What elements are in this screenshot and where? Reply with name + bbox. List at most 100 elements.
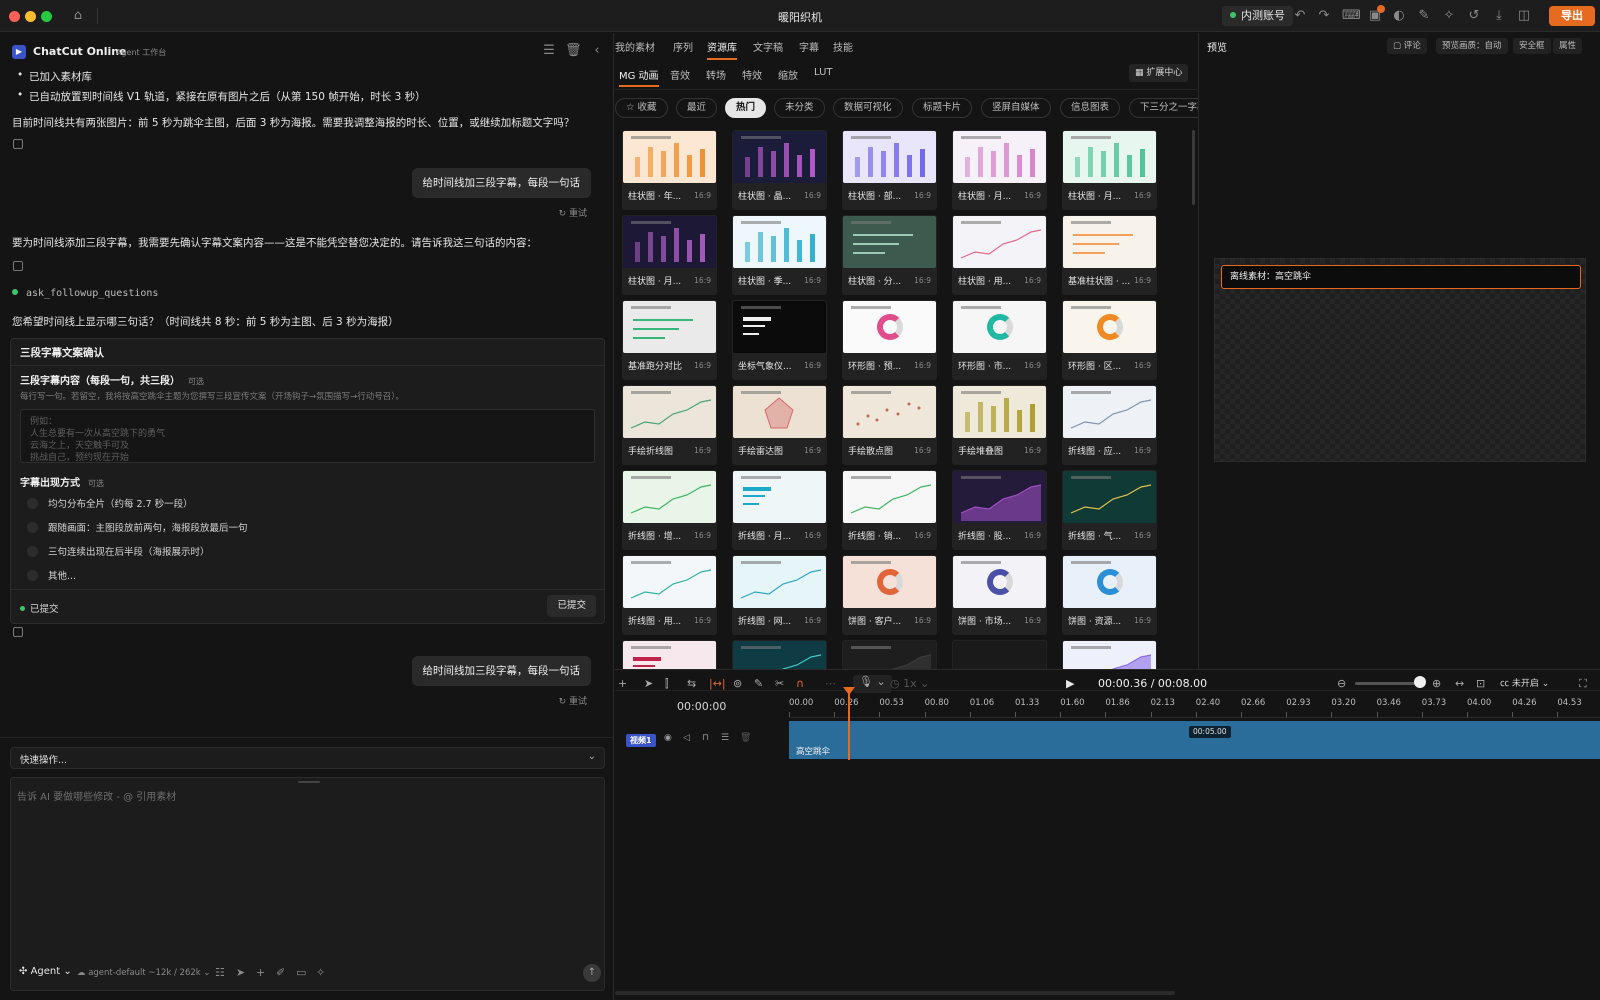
copy-icon[interactable]: [13, 139, 23, 149]
mg-card[interactable]: 环形图 · 预... 16:9: [842, 300, 937, 380]
category-chip-2[interactable]: 热门: [725, 98, 767, 118]
library-subtab-4[interactable]: 缩放: [778, 67, 798, 82]
task-list-icon[interactable]: ☰: [541, 43, 557, 59]
library-subtab-2[interactable]: 转场: [706, 67, 726, 82]
mg-card[interactable]: 折线图 · 股... 16:9: [952, 470, 1047, 550]
video-clip[interactable]: 高空跳伞 00:05.00: [789, 721, 1600, 759]
swap-icon[interactable]: ⇆: [687, 677, 696, 690]
list-icon[interactable]: ☰: [721, 733, 729, 743]
mg-card[interactable]: 手绘折线图 16:9: [622, 385, 717, 465]
sparkle-icon[interactable]: ✧: [1441, 8, 1457, 24]
account-badge[interactable]: 内测账号: [1222, 6, 1293, 26]
category-chip-4[interactable]: 数据可视化: [833, 98, 903, 118]
mg-card[interactable]: 柱状图 · 季... 16:9: [732, 215, 827, 295]
mg-card[interactable]: 折线图 · 增... 16:9: [622, 470, 717, 550]
play-button[interactable]: ▶: [1066, 677, 1074, 690]
fit-width-icon[interactable]: ↔: [1455, 677, 1464, 690]
export-button[interactable]: 导出: [1549, 6, 1595, 26]
retry-button-2[interactable]: ↻ 重试: [559, 694, 587, 707]
agent-mode-selector[interactable]: ✣ Agent ⌄: [19, 966, 72, 977]
keyboard-icon[interactable]: ⌨: [1342, 8, 1361, 24]
library-tab-4[interactable]: 字幕: [799, 39, 819, 54]
library-tab-1[interactable]: 序列: [673, 39, 693, 54]
mg-card[interactable]: [1062, 640, 1157, 669]
extension-center-button[interactable]: ▦ 扩展中心: [1129, 64, 1189, 82]
mg-card[interactable]: 柱状图 · 年... 16:9: [622, 130, 717, 210]
copy-icon[interactable]: [13, 261, 23, 271]
submitted-button[interactable]: 已提交: [547, 595, 596, 617]
model-selector[interactable]: ☁ agent-default ~12k / 262k ⌄: [77, 968, 211, 978]
pen-icon[interactable]: ✎: [754, 677, 763, 690]
magnet-icon[interactable]: ∩: [796, 677, 804, 690]
settings-sliders-icon[interactable]: ☷: [215, 966, 225, 979]
mg-card[interactable]: [842, 640, 937, 669]
category-chip-0[interactable]: ☆ 收藏: [615, 98, 668, 118]
mg-card[interactable]: 柱状图 · 分... 16:9: [842, 215, 937, 295]
category-chip-7[interactable]: 信息图表: [1060, 98, 1121, 118]
preview-quality-button[interactable]: 预览画质：自动: [1436, 38, 1508, 54]
properties-button[interactable]: 属性: [1553, 38, 1583, 54]
library-tab-5[interactable]: 技能: [833, 39, 853, 54]
collapse-panel-icon[interactable]: ‹: [589, 43, 605, 59]
download-icon[interactable]: ⤓: [1491, 8, 1507, 24]
frame-icon[interactable]: ⊡: [1476, 677, 1485, 690]
undo-icon[interactable]: ↶: [1292, 8, 1308, 24]
delete-track-icon[interactable]: 🗑: [740, 733, 751, 743]
lock-icon[interactable]: ⊓: [702, 733, 709, 743]
mg-card[interactable]: 折线图 · 气... 16:9: [1062, 470, 1157, 550]
mg-card[interactable]: 饼图 · 市场... 16:9: [952, 555, 1047, 635]
zoom-out-icon[interactable]: ⊖: [1337, 677, 1346, 690]
resize-handle[interactable]: [298, 781, 320, 783]
history-icon[interactable]: ↺: [1466, 8, 1482, 24]
mg-card[interactable]: 饼图 · 资源... 16:9: [1062, 555, 1157, 635]
radio-option-4[interactable]: 其他...: [27, 568, 76, 582]
category-chip-1[interactable]: 最近: [676, 98, 718, 118]
radio-option-1[interactable]: 均匀分布全片（约每 2.7 秒一段）: [27, 496, 193, 510]
library-subtab-5[interactable]: LUT: [814, 67, 833, 78]
mg-card[interactable]: 柱状图 · 月... 16:9: [952, 130, 1047, 210]
snap-icon[interactable]: |↔|: [709, 677, 726, 690]
redo-icon[interactable]: ↷: [1316, 8, 1332, 24]
pin-icon[interactable]: ✐: [276, 966, 285, 979]
zoom-in-icon[interactable]: ⊕: [1432, 677, 1441, 690]
retry-button-1[interactable]: ↻ 重试: [559, 206, 587, 219]
copy-icon[interactable]: [13, 627, 23, 637]
safe-frame-button[interactable]: 安全框: [1513, 38, 1551, 54]
library-tab-0[interactable]: 我的素材: [615, 39, 655, 54]
library-scrollbar[interactable]: [1192, 130, 1195, 205]
playhead[interactable]: [848, 688, 850, 760]
plus-icon[interactable]: +: [256, 966, 265, 979]
clipboard-icon[interactable]: ▣: [1367, 5, 1385, 24]
more-icon[interactable]: ⋯: [825, 677, 836, 690]
mg-card[interactable]: 手绘雷达图 16:9: [732, 385, 827, 465]
library-tab-2[interactable]: 资源库: [707, 39, 737, 60]
category-chip-6[interactable]: 竖屏自媒体: [981, 98, 1051, 118]
library-subtab-0[interactable]: MG 动画: [619, 67, 659, 87]
mg-card[interactable]: 基准跑分对比 16:9: [622, 300, 717, 380]
timeline-scrollbar[interactable]: [615, 991, 1175, 995]
mg-card[interactable]: 柱状图 · 用... 16:9: [952, 215, 1047, 295]
category-chip-5[interactable]: 标题卡片: [912, 98, 973, 118]
mg-card[interactable]: 折线图 · 应... 16:9: [1062, 385, 1157, 465]
mg-card[interactable]: 基准柱状图 · ... 16:9: [1062, 215, 1157, 295]
mg-card[interactable]: [732, 640, 827, 669]
radio-option-3[interactable]: 三句连续出现在后半段（海报展示时）: [27, 544, 210, 558]
library-subtab-3[interactable]: 特效: [742, 67, 762, 82]
eye-icon[interactable]: ◉: [664, 733, 672, 743]
mg-card[interactable]: 饼图 · 客户... 16:9: [842, 555, 937, 635]
caption-text-input[interactable]: 例如： 人生总要有一次从高空跳下的勇气 云海之上，天空触手可及 挑战自己，预约现…: [20, 409, 595, 463]
library-subtab-1[interactable]: 音效: [670, 67, 690, 82]
mg-card[interactable]: 手绘散点图 16:9: [842, 385, 937, 465]
link-icon[interactable]: ⊚: [733, 677, 742, 690]
category-chip-3[interactable]: 未分类: [774, 98, 825, 118]
comment-button[interactable]: ▢ 评论: [1387, 38, 1427, 54]
layout-icon[interactable]: ◫: [1516, 8, 1532, 24]
mg-card[interactable]: 柱状图 · 月... 16:9: [1062, 130, 1157, 210]
mg-card[interactable]: 柱状图 · 月... 16:9: [622, 215, 717, 295]
brush-icon[interactable]: ✎: [1416, 8, 1432, 24]
chat-input-box[interactable]: 告诉 AI 要做哪些修改 - @ 引用素材 ✣ Agent ⌄ ☁ agent-…: [10, 777, 605, 991]
send-button[interactable]: ↑: [583, 964, 601, 982]
cursor-icon[interactable]: ➤: [236, 966, 245, 979]
fullscreen-icon[interactable]: ⛶: [1579, 677, 1587, 691]
trash-icon[interactable]: 🗑: [565, 43, 582, 59]
